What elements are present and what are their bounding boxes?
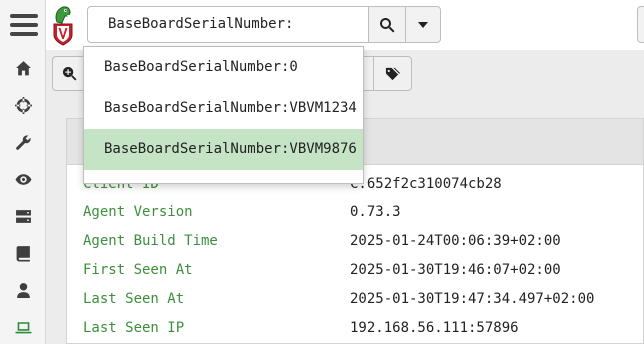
tags-button[interactable] xyxy=(374,56,412,91)
nav-view[interactable] xyxy=(0,162,46,196)
suggestion-item[interactable]: BaseBoardSerialNumber:0 xyxy=(84,47,363,88)
zoom-button[interactable] xyxy=(52,56,86,91)
user-menu-button[interactable] xyxy=(637,6,644,43)
detail-value: 192.168.56.111:57896 xyxy=(350,319,519,336)
detail-row: Last Seen IP 192.168.56.111:57896 xyxy=(83,313,519,342)
detail-value: 2025-01-24T00:06:39+02:00 xyxy=(350,232,561,249)
nav-home[interactable] xyxy=(0,51,46,85)
nav-server[interactable] xyxy=(0,199,46,233)
detail-value: C.652f2c310074cb28 xyxy=(350,175,502,192)
book-icon xyxy=(16,245,30,261)
home-icon xyxy=(15,60,31,75)
menu-icon[interactable] xyxy=(10,12,38,38)
nav-notebooks[interactable] xyxy=(0,236,46,270)
detail-value: 0.73.3 xyxy=(350,203,401,220)
wrench-icon xyxy=(15,134,31,150)
detail-key: Agent Build Time xyxy=(83,232,218,249)
search-icon xyxy=(379,17,395,32)
tags-icon xyxy=(385,67,400,81)
search-suggestions: BaseBoardSerialNumber:0 BaseBoardSerialN… xyxy=(83,46,364,184)
detail-row: Agent Build Time 2025-01-24T00:06:39+02:… xyxy=(83,226,561,255)
user-icon xyxy=(16,282,30,298)
nav-users[interactable] xyxy=(0,273,46,307)
nav-clients[interactable] xyxy=(0,310,46,344)
laptop-icon xyxy=(15,321,31,333)
detail-key: Last Seen IP xyxy=(83,319,185,336)
server-icon xyxy=(15,209,31,223)
nav-hunts[interactable] xyxy=(0,88,46,122)
sidebar xyxy=(0,0,46,344)
search-button[interactable] xyxy=(368,6,406,43)
detail-row: Agent Version 0.73.3 xyxy=(83,197,401,226)
detail-key: Last Seen At xyxy=(83,290,185,307)
nav-tools[interactable] xyxy=(0,125,46,159)
detail-value: 2025-01-30T19:46:07+02:00 xyxy=(350,261,561,278)
detail-value: 2025-01-30T19:47:34.497+02:00 xyxy=(350,290,595,307)
detail-row: Last Seen At 2025-01-30T19:47:34.497+02:… xyxy=(83,284,594,313)
search-input[interactable] xyxy=(108,7,363,42)
search-box xyxy=(87,6,369,43)
detail-key: Agent Version xyxy=(83,203,193,220)
search-dropdown-button[interactable] xyxy=(405,6,441,43)
suggestion-item-selected[interactable]: BaseBoardSerialNumber:VBVM9876 xyxy=(84,129,363,170)
crosshair-icon xyxy=(14,96,32,114)
detail-row: First Seen At 2025-01-30T19:46:07+02:00 xyxy=(83,255,561,284)
detail-key: First Seen At xyxy=(83,261,193,278)
eye-icon xyxy=(15,173,31,185)
velociraptor-logo xyxy=(53,6,73,46)
zoom-in-icon xyxy=(62,66,77,81)
suggestion-item[interactable]: BaseBoardSerialNumber:VBVM1234 xyxy=(84,88,363,129)
caret-down-icon xyxy=(418,21,428,28)
